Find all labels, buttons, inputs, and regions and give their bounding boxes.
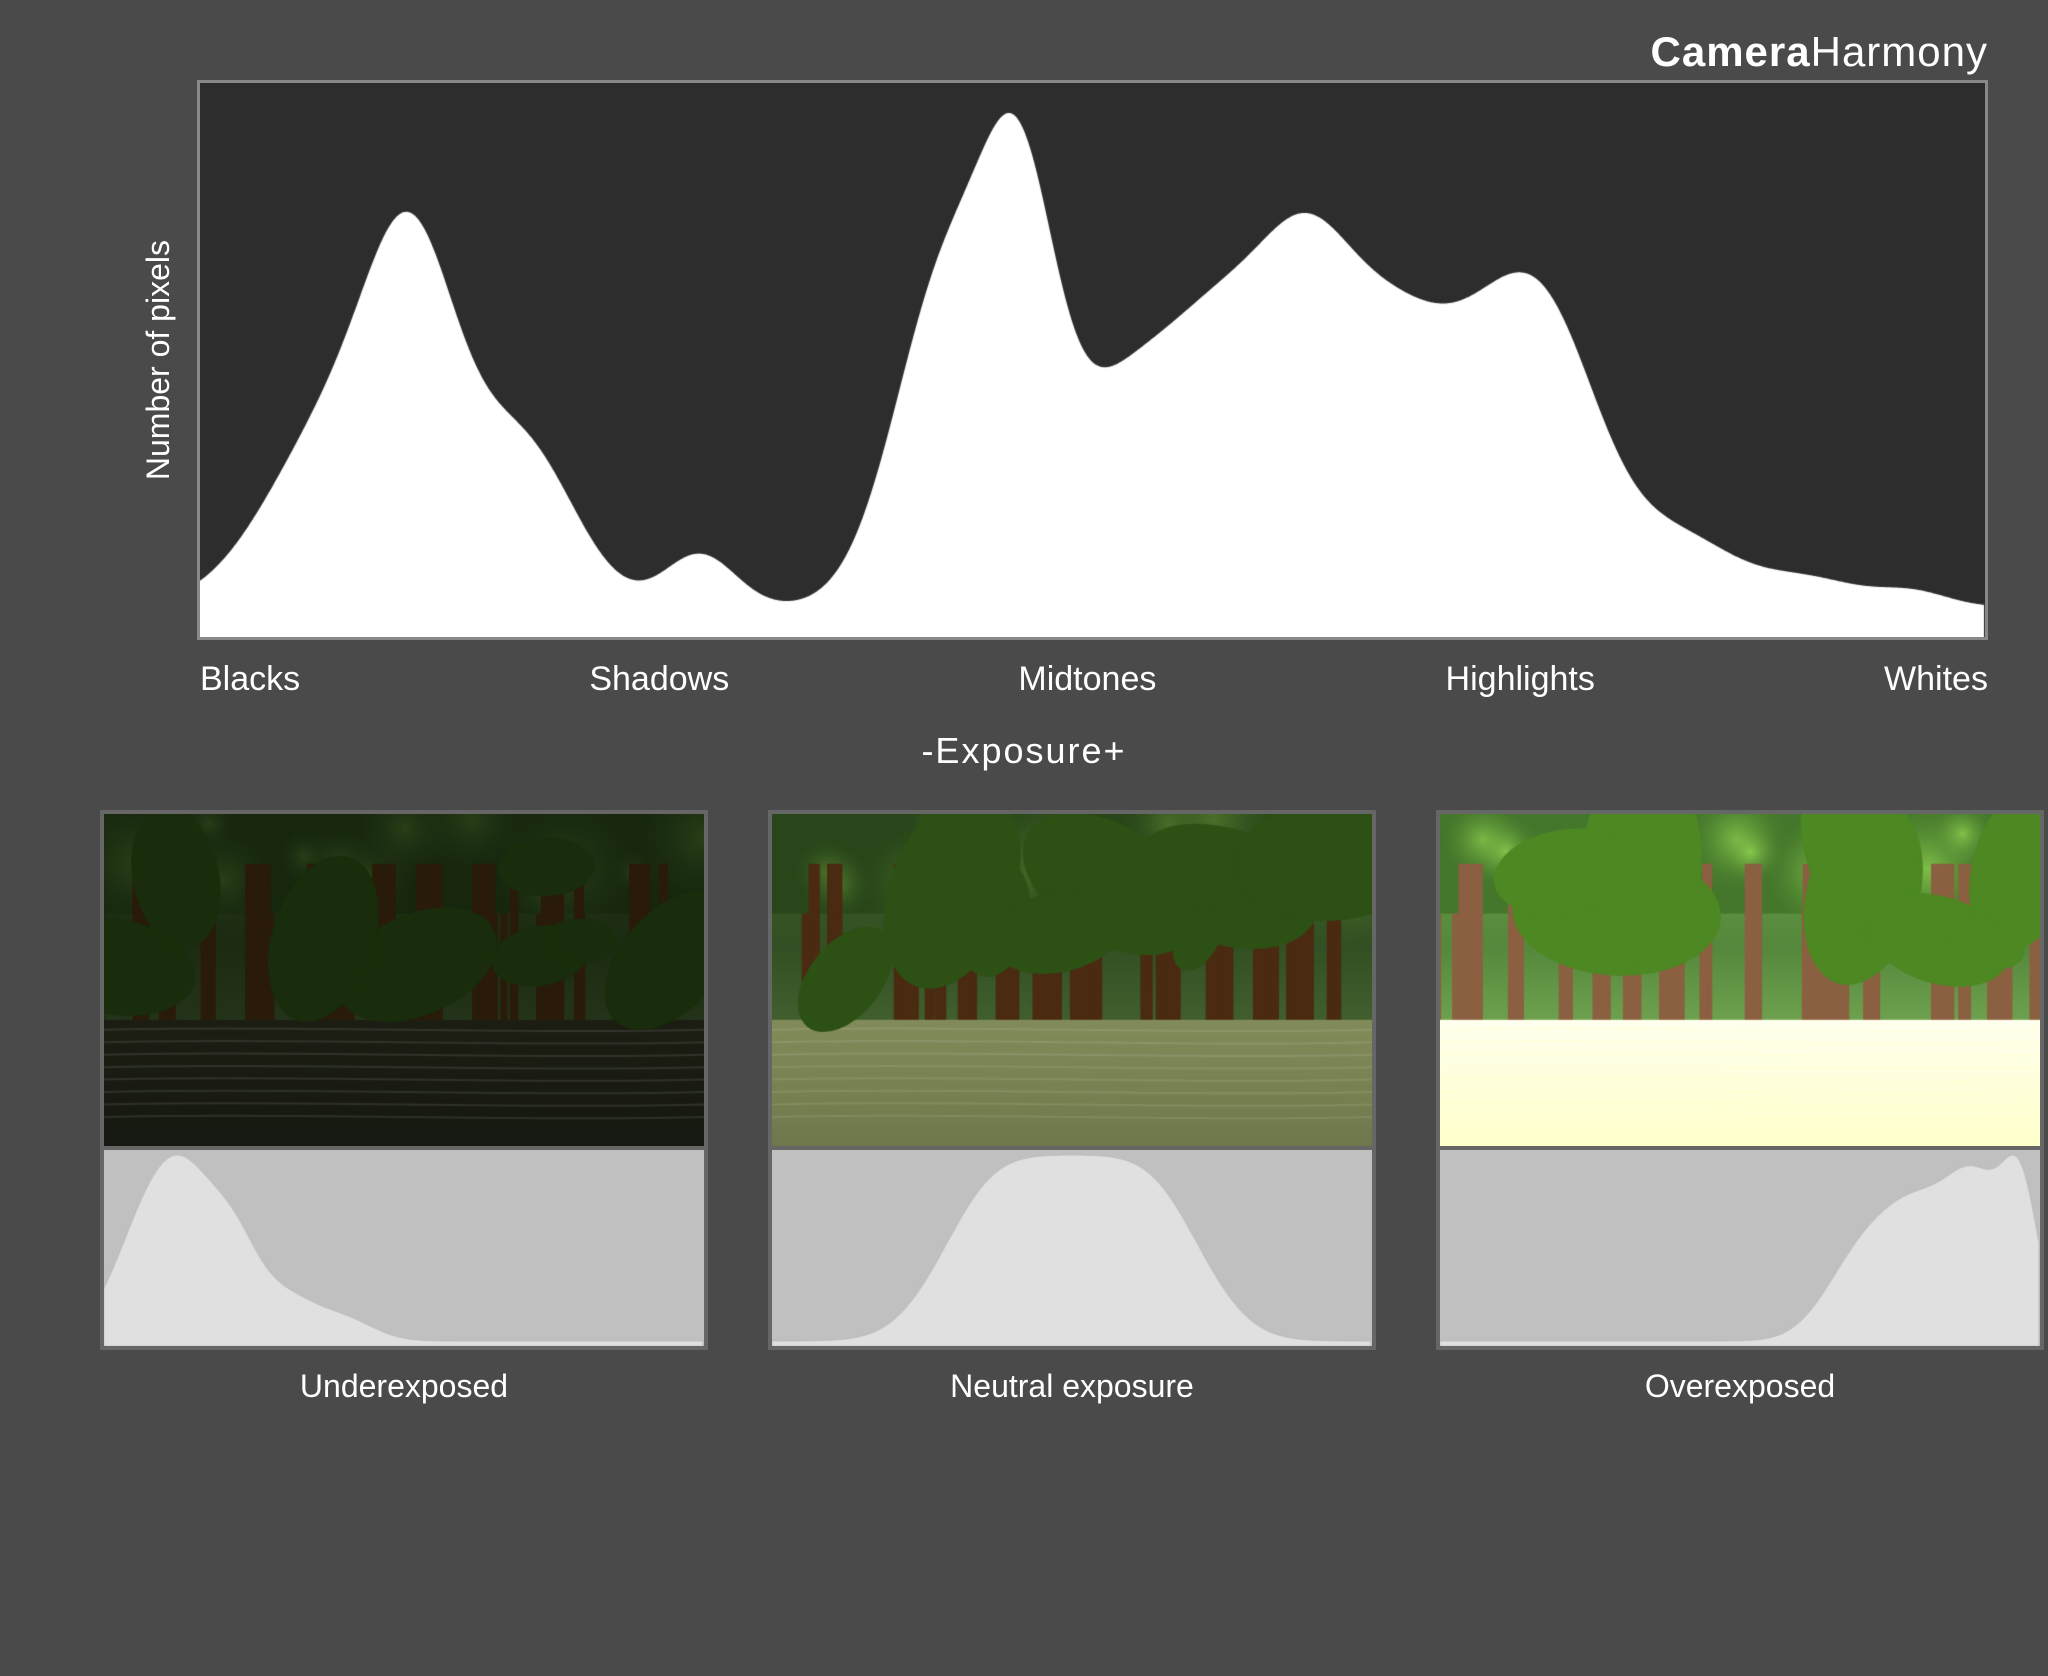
photo-label-overexposed: Overexposed <box>1436 1368 2044 1405</box>
photo-underexposed <box>104 814 704 1146</box>
label-midtones: Midtones <box>1018 660 1156 699</box>
histogram-box <box>197 80 1988 640</box>
photo-column-underexposed: Underexposed <box>100 810 708 1405</box>
photo-overexposed <box>1440 814 2040 1146</box>
bottom-section: Underexposed Neutral exposure Overexpose… <box>100 810 1948 1405</box>
photo-label-neutral: Neutral exposure <box>768 1368 1376 1405</box>
photo-frame-underexposed <box>100 810 708 1150</box>
photo-label-underexposed: Underexposed <box>100 1368 708 1405</box>
main-histogram-canvas <box>200 83 1985 637</box>
exposure-label: -Exposure+ <box>0 730 2048 772</box>
y-axis-label: Number of pixels <box>140 240 177 480</box>
logo-bold: Camera <box>1651 28 1811 75</box>
mini-histogram-underexposed <box>100 1150 708 1350</box>
photo-column-overexposed: Overexposed <box>1436 810 2044 1405</box>
mini-hist-overexposed <box>1440 1150 2040 1346</box>
x-axis-labels: Blacks Shadows Midtones Highlights White… <box>200 660 1988 699</box>
photo-frame-overexposed <box>1436 810 2044 1150</box>
mini-hist-neutral <box>772 1150 1372 1346</box>
app-logo: CameraHarmony <box>1651 28 1989 76</box>
label-shadows: Shadows <box>589 660 729 699</box>
mini-hist-underexposed <box>104 1150 704 1346</box>
logo-light: Harmony <box>1811 28 1988 75</box>
label-highlights: Highlights <box>1446 660 1595 699</box>
mini-histogram-neutral <box>768 1150 1376 1350</box>
histogram-container: Number of pixels <box>140 80 1988 640</box>
label-whites: Whites <box>1884 660 1988 699</box>
mini-histogram-overexposed <box>1436 1150 2044 1350</box>
photo-column-neutral: Neutral exposure <box>768 810 1376 1405</box>
photo-neutral <box>772 814 1372 1146</box>
photo-frame-neutral <box>768 810 1376 1150</box>
label-blacks: Blacks <box>200 660 300 699</box>
